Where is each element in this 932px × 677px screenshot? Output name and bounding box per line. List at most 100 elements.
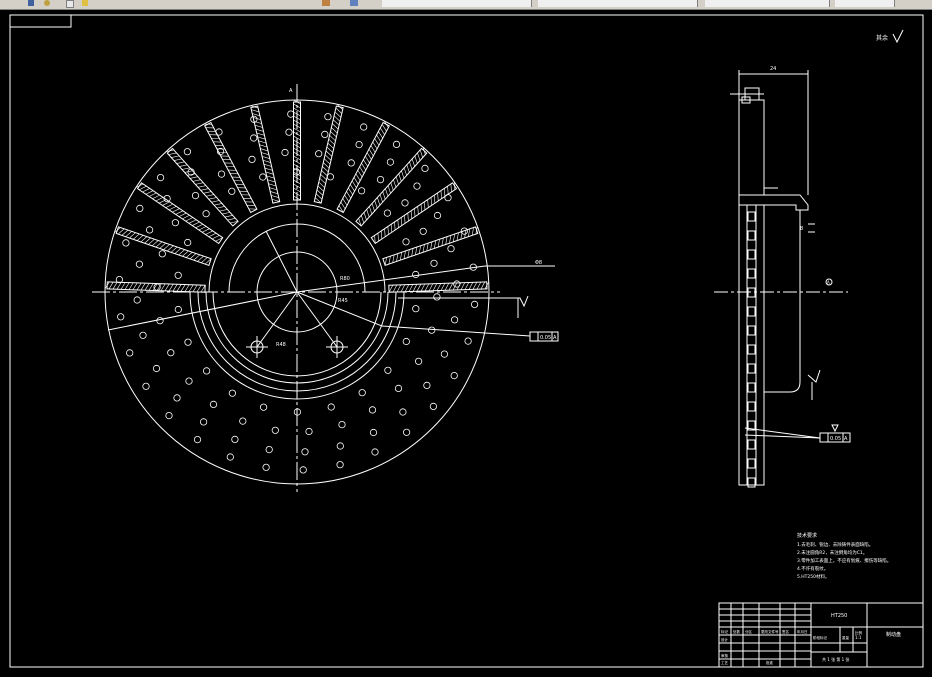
print-icon[interactable] bbox=[82, 0, 88, 6]
vent-hole bbox=[136, 204, 144, 212]
svg-text:0.05: 0.05 bbox=[830, 436, 841, 442]
cooling-rib bbox=[382, 226, 479, 266]
vent-hole bbox=[368, 406, 377, 414]
tab-1[interactable] bbox=[538, 0, 698, 7]
vent-hole bbox=[231, 435, 239, 443]
cooling-rib bbox=[250, 105, 281, 204]
tol-datum: A bbox=[553, 335, 557, 341]
open-icon[interactable] bbox=[66, 0, 74, 8]
vent-hole bbox=[470, 300, 479, 308]
section-slot bbox=[747, 344, 756, 355]
vent-hole bbox=[419, 227, 427, 235]
layer-icon[interactable] bbox=[322, 0, 330, 6]
vent-hole bbox=[402, 428, 411, 436]
dim-r3: R48 bbox=[276, 342, 286, 348]
undo-icon[interactable] bbox=[44, 0, 50, 6]
vent-hole bbox=[122, 239, 130, 247]
svg-text:批准: 批准 bbox=[766, 660, 774, 665]
vent-hole bbox=[185, 377, 193, 385]
vent-hole bbox=[157, 174, 165, 182]
section-slot bbox=[747, 401, 756, 412]
svg-text:A: A bbox=[844, 436, 848, 442]
vent-hole bbox=[262, 463, 270, 471]
vent-hole bbox=[376, 176, 385, 184]
vent-hole bbox=[165, 411, 173, 420]
vent-hole bbox=[412, 270, 420, 279]
section-slot bbox=[747, 211, 756, 222]
svg-text:设计: 设计 bbox=[721, 637, 729, 642]
dim-r1: R80 bbox=[340, 276, 350, 282]
vent-hole bbox=[386, 158, 394, 166]
color-icon[interactable] bbox=[350, 0, 358, 6]
section-slot bbox=[747, 477, 756, 488]
tab-0[interactable] bbox=[382, 0, 532, 7]
section-slot bbox=[747, 439, 756, 450]
vent-hole bbox=[326, 173, 334, 181]
section-slots bbox=[747, 211, 756, 488]
tab-3[interactable] bbox=[835, 0, 895, 7]
drawing-frame bbox=[9, 14, 924, 668]
material-label: HT250 bbox=[831, 613, 847, 619]
vent-hole bbox=[202, 210, 210, 218]
vent-hole bbox=[324, 113, 332, 121]
svg-text:8: 8 bbox=[800, 226, 803, 232]
vent-hole bbox=[133, 296, 141, 304]
tech-req-line: 3.零件加工表面上，不应有划痕、擦伤等缺陷。 bbox=[797, 557, 891, 564]
vent-hole bbox=[305, 427, 313, 436]
tech-req-line: 5.HT250材料。 bbox=[797, 573, 830, 580]
lower-plate-left bbox=[738, 204, 748, 486]
svg-text:工艺: 工艺 bbox=[721, 660, 729, 665]
save-icon[interactable] bbox=[28, 0, 34, 6]
vent-hole bbox=[315, 150, 323, 158]
vent-hole bbox=[259, 403, 268, 411]
hat-flange bbox=[738, 194, 809, 211]
vent-hole bbox=[336, 461, 344, 469]
vent-hole bbox=[321, 130, 329, 138]
section-slot bbox=[747, 325, 756, 336]
friction-plate-section bbox=[738, 99, 765, 196]
vent-hole bbox=[384, 366, 392, 374]
vent-hole bbox=[401, 199, 409, 207]
svg-text:处数: 处数 bbox=[733, 629, 741, 634]
vent-hole bbox=[402, 337, 410, 346]
vent-hole bbox=[239, 417, 247, 425]
vent-hole bbox=[336, 442, 344, 450]
section-slot bbox=[747, 249, 756, 260]
roughness-note: 其余 bbox=[876, 29, 904, 44]
part-name: 制动盘 bbox=[886, 631, 901, 638]
dim-r2: R45 bbox=[338, 298, 348, 304]
vent-hole bbox=[193, 435, 202, 444]
vent-hole bbox=[191, 192, 200, 200]
cooling-rib bbox=[104, 281, 206, 293]
vent-hole bbox=[173, 394, 181, 402]
vent-hole bbox=[399, 408, 407, 416]
vent-hole bbox=[394, 384, 403, 392]
top-left-box bbox=[9, 14, 72, 28]
vent-hole bbox=[139, 331, 147, 339]
drawing-canvas[interactable]: 其余 Φ8 R80 R45 R48 A 0.05 A 24 8 A 0.05 A… bbox=[0, 9, 932, 677]
tab-2[interactable] bbox=[705, 0, 830, 7]
vent-hole bbox=[423, 381, 431, 389]
vent-hole bbox=[450, 371, 458, 380]
vent-hole bbox=[433, 211, 442, 220]
vent-hole bbox=[360, 123, 368, 131]
svg-text:标记: 标记 bbox=[721, 629, 729, 634]
vent-hole bbox=[371, 448, 379, 456]
svg-text:分区: 分区 bbox=[745, 629, 753, 634]
vent-hole bbox=[444, 194, 452, 202]
vent-hole bbox=[450, 316, 459, 324]
vent-hole bbox=[142, 382, 150, 390]
svg-text:更改文件号: 更改文件号 bbox=[761, 629, 779, 634]
svg-text:审核: 审核 bbox=[721, 653, 729, 658]
vent-hole bbox=[171, 219, 179, 227]
lower-plate-mid bbox=[755, 204, 765, 486]
vent-hole bbox=[347, 159, 355, 167]
vent-hole bbox=[259, 173, 267, 181]
vent-hole bbox=[271, 426, 279, 434]
vent-hole bbox=[248, 155, 256, 163]
vent-hole bbox=[413, 182, 421, 190]
vent-hole bbox=[464, 337, 472, 345]
vent-hole bbox=[327, 403, 335, 411]
vent-hole bbox=[433, 293, 441, 301]
vent-hole bbox=[429, 402, 437, 410]
